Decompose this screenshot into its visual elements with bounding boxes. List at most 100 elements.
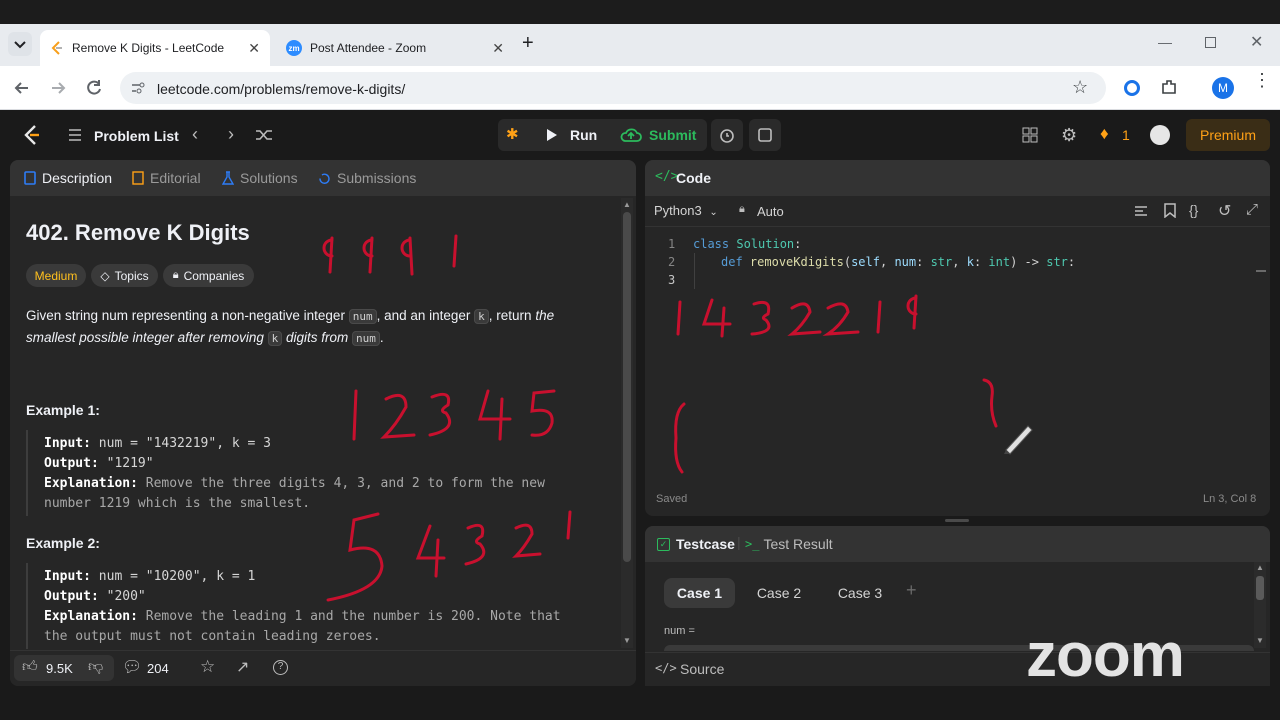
like-count: 9.5K: [46, 661, 73, 676]
tab-solutions[interactable]: Solutions: [222, 170, 298, 186]
code-line-2[interactable]: def removeKdigits(self, num: str, k: int…: [721, 255, 1075, 269]
example-2-input: Input: num = "10200", k = 1: [44, 569, 255, 584]
thumbs-down-icon[interactable]: 👎︎: [88, 658, 103, 676]
close-tab-icon[interactable]: ✕: [492, 40, 504, 57]
leetcode-logo-icon[interactable]: [22, 124, 42, 146]
example-1-label: Example 1:: [26, 402, 100, 418]
auto-mode-label[interactable]: Auto: [757, 204, 784, 219]
reload-icon[interactable]: [84, 78, 104, 98]
source-button[interactable]: Source: [680, 661, 724, 677]
leetcode-navbar: Problem List ‹ › ✱ Run Submit ⚙ ♦ 1 Prem…: [0, 111, 1280, 159]
scroll-down-arrow[interactable]: ▼: [1256, 636, 1264, 645]
tab-editorial[interactable]: Editorial: [132, 170, 201, 186]
submit-button[interactable]: Submit: [649, 127, 696, 143]
inline-code: k: [474, 309, 489, 324]
case-3-button[interactable]: Case 3: [826, 578, 894, 608]
browser-menu-icon[interactable]: ⋮: [1253, 71, 1271, 89]
annotation-drawing-1432219: [676, 294, 918, 338]
layout-grid-icon[interactable]: [1022, 127, 1038, 143]
bookmark-icon[interactable]: [1164, 203, 1176, 218]
scrollbar-thumb[interactable]: [623, 212, 631, 562]
browser-tab-leetcode[interactable]: Remove K Digits - LeetCode ✕: [40, 30, 270, 66]
tab-search-button[interactable]: [8, 32, 32, 56]
new-tab-button[interactable]: +: [522, 32, 534, 55]
back-icon[interactable]: [12, 78, 32, 98]
tab-submissions[interactable]: Submissions: [318, 170, 416, 186]
add-case-button[interactable]: +: [906, 580, 917, 601]
address-bar[interactable]: leetcode.com/problems/remove-k-digits/ ☆: [120, 72, 1106, 104]
terminal-icon: >_: [745, 537, 760, 551]
bookmark-star-icon[interactable]: ☆: [1072, 77, 1088, 98]
case-1-button[interactable]: Case 1: [664, 578, 735, 608]
debug-icon[interactable]: ✱: [506, 125, 519, 143]
panel-resize-handle[interactable]: [945, 519, 969, 522]
expand-icon[interactable]: ⤢: [1246, 201, 1258, 218]
comment-count[interactable]: 204: [147, 661, 169, 676]
scroll-up-arrow[interactable]: ▲: [623, 200, 631, 209]
chevron-down-icon: [14, 41, 26, 49]
explanation-key: Explanation:: [44, 609, 138, 624]
reset-icon[interactable]: ↺: [1218, 201, 1231, 221]
braces-icon[interactable]: {}: [1189, 202, 1198, 218]
tab-test-result[interactable]: >_ Test Result: [745, 536, 833, 552]
tag-icon: ◇: [100, 268, 110, 283]
tab-label: Description: [42, 170, 113, 186]
streak-count[interactable]: 1: [1122, 127, 1130, 143]
prev-problem-icon[interactable]: ‹: [192, 124, 198, 145]
help-icon[interactable]: ?: [273, 660, 288, 675]
tab-label: Testcase: [676, 536, 735, 552]
companies-chip[interactable]: 🔒︎ Companies: [163, 264, 254, 287]
format-icon[interactable]: [1134, 204, 1148, 218]
settings-gear-icon[interactable]: ⚙: [1061, 125, 1077, 146]
input-key: Input:: [44, 569, 91, 584]
premium-button[interactable]: Premium: [1186, 119, 1270, 151]
problem-list-icon[interactable]: [67, 127, 83, 143]
browser-tab-zoom[interactable]: zm Post Attendee - Zoom ✕: [278, 30, 514, 66]
scroll-up-arrow[interactable]: ▲: [1256, 563, 1264, 572]
tab-description[interactable]: Description: [24, 170, 112, 186]
inline-code: num: [352, 331, 380, 346]
note-icon: [758, 128, 772, 142]
user-avatar[interactable]: [1150, 125, 1170, 145]
forward-icon[interactable]: [48, 78, 68, 98]
statement-text: .: [379, 330, 384, 345]
tab-label: Test Result: [763, 536, 833, 552]
notes-button[interactable]: [749, 119, 781, 151]
extensions-puzzle-icon[interactable]: [1160, 78, 1178, 96]
indent-guide: [694, 253, 695, 289]
code-line-1[interactable]: class Solution:: [693, 237, 801, 251]
inline-code: k: [267, 331, 283, 346]
site-settings-icon[interactable]: [130, 80, 146, 96]
topics-chip[interactable]: ◇ Topics: [91, 264, 158, 287]
checkbox-icon: ✓: [657, 537, 670, 551]
tab-testcase[interactable]: ✓ Testcase: [657, 536, 735, 552]
close-window-icon[interactable]: ✕: [1250, 32, 1263, 52]
run-button[interactable]: Run: [570, 127, 597, 143]
comment-icon[interactable]: 💬︎: [122, 657, 142, 677]
param: num: [894, 255, 917, 269]
language-selector[interactable]: Python3 ⌄: [654, 203, 718, 218]
editor-scrollbar[interactable]: [1256, 236, 1266, 472]
case-2-button[interactable]: Case 2: [745, 578, 813, 608]
profile-avatar[interactable]: M: [1212, 77, 1234, 99]
extension-refresh-icon[interactable]: [1124, 80, 1140, 96]
output-value: "200": [98, 589, 146, 604]
example-1-input: Input: num = "1432219", k = 3: [44, 436, 271, 451]
code-panel-header: </> Code: [645, 160, 1270, 196]
favorite-star-icon[interactable]: ☆: [200, 657, 215, 677]
description-scrollbar[interactable]: ▲ ▼: [621, 198, 633, 648]
scroll-down-arrow[interactable]: ▼: [623, 636, 631, 645]
scrollbar-thumb[interactable]: [1256, 576, 1264, 600]
timer-button[interactable]: [711, 119, 743, 151]
problem-list-link[interactable]: Problem List: [94, 128, 179, 144]
close-tab-icon[interactable]: ✕: [248, 40, 260, 57]
book-icon: [132, 171, 144, 185]
testcase-scrollbar[interactable]: ▲ ▼: [1254, 562, 1266, 648]
shuffle-icon[interactable]: [255, 127, 273, 143]
tab-title: Remove K Digits - LeetCode: [72, 41, 225, 55]
next-problem-icon[interactable]: ›: [228, 124, 234, 145]
share-icon[interactable]: ↗: [236, 657, 249, 677]
minimize-icon[interactable]: —: [1158, 34, 1172, 50]
restore-icon[interactable]: [1205, 37, 1216, 48]
output-key: Output:: [44, 589, 99, 604]
